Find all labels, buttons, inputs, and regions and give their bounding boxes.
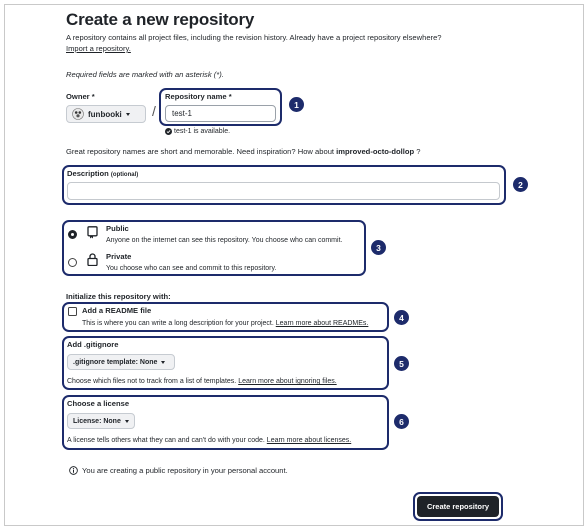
suggestion-suffix: ?	[414, 147, 421, 156]
chevron-down-icon	[161, 360, 166, 364]
private-description: You choose who can see and commit to thi…	[106, 265, 277, 272]
callout-badge-5: 5	[394, 356, 409, 371]
check-circle-icon	[165, 128, 172, 135]
gitignore-description: Choose which files not to track from a l…	[67, 378, 237, 385]
readme-learn-more-link[interactable]: Learn more about READMEs.	[276, 320, 369, 327]
availability-text: test-1 is available.	[174, 128, 231, 135]
description-label-text: Description	[67, 169, 109, 178]
repo-icon	[87, 226, 98, 239]
description-input[interactable]	[67, 182, 500, 200]
import-repository-link[interactable]: Import a repository.	[66, 44, 131, 54]
readme-description: This is where you can write a long descr…	[82, 320, 274, 327]
gitignore-heading: Add .gitignore	[67, 340, 119, 349]
callout-badge-4: 4	[394, 310, 409, 325]
callout-badge-3: 3	[371, 240, 386, 255]
owner-repo-separator: /	[152, 103, 156, 119]
page-title: Create a new repository	[66, 10, 255, 29]
chevron-down-icon	[124, 419, 129, 423]
private-radio[interactable]	[68, 258, 77, 267]
callout-badge-6: 6	[394, 414, 409, 429]
gitignore-template-select[interactable]: .gitignore template: None	[67, 354, 175, 370]
suggestion-prefix: Great repository names are short and mem…	[66, 147, 337, 156]
gitignore-description-line: Choose which files not to track from a l…	[67, 377, 337, 386]
license-description: A license tells others what they can and…	[67, 437, 265, 444]
public-description: Anyone on the internet can see this repo…	[106, 237, 343, 244]
description-label: Description (optional)	[67, 169, 138, 180]
readme-checkbox[interactable]	[68, 307, 77, 316]
license-heading: Choose a license	[67, 399, 130, 408]
owner-label: Owner *	[66, 92, 95, 101]
public-radio[interactable]	[68, 230, 77, 239]
gitignore-select-label: .gitignore template: None	[73, 358, 158, 366]
callout-badge-1: 1	[289, 97, 304, 112]
public-label: Public	[106, 224, 129, 233]
description-optional: (optional)	[110, 172, 139, 178]
owner-name: funbooki	[88, 109, 122, 119]
chevron-down-icon	[125, 112, 130, 116]
create-repository-button[interactable]: Create repository	[417, 496, 499, 517]
gitignore-learn-more-link[interactable]: Learn more about ignoring files.	[238, 378, 336, 385]
private-label: Private	[106, 252, 132, 261]
license-select[interactable]: License: None	[67, 413, 135, 429]
owner-select[interactable]: funbooki	[66, 105, 146, 123]
readme-label: Add a README file	[82, 306, 152, 315]
initialize-heading: Initialize this repository with:	[66, 292, 171, 301]
readme-description-line: This is where you can write a long descr…	[82, 319, 368, 328]
license-learn-more-link[interactable]: Learn more about licenses.	[267, 437, 351, 444]
suggested-name[interactable]: improved-octo-dollop	[336, 147, 414, 156]
name-suggestion: Great repository names are short and mem…	[66, 147, 421, 157]
repository-name-input[interactable]: test-1	[165, 105, 276, 122]
avatar-icon	[72, 108, 84, 120]
repository-name-label: Repository name *	[165, 92, 232, 101]
info-icon	[69, 466, 78, 475]
required-fields-note: Required fields are marked with an aster…	[66, 70, 224, 79]
lock-icon	[87, 253, 98, 266]
callout-badge-2: 2	[513, 177, 528, 192]
license-description-line: A license tells others what they can and…	[67, 436, 351, 445]
intro-text: A repository contains all project files,…	[66, 33, 442, 42]
info-text: You are creating a public repository in …	[82, 466, 288, 475]
license-select-label: License: None	[73, 417, 121, 425]
